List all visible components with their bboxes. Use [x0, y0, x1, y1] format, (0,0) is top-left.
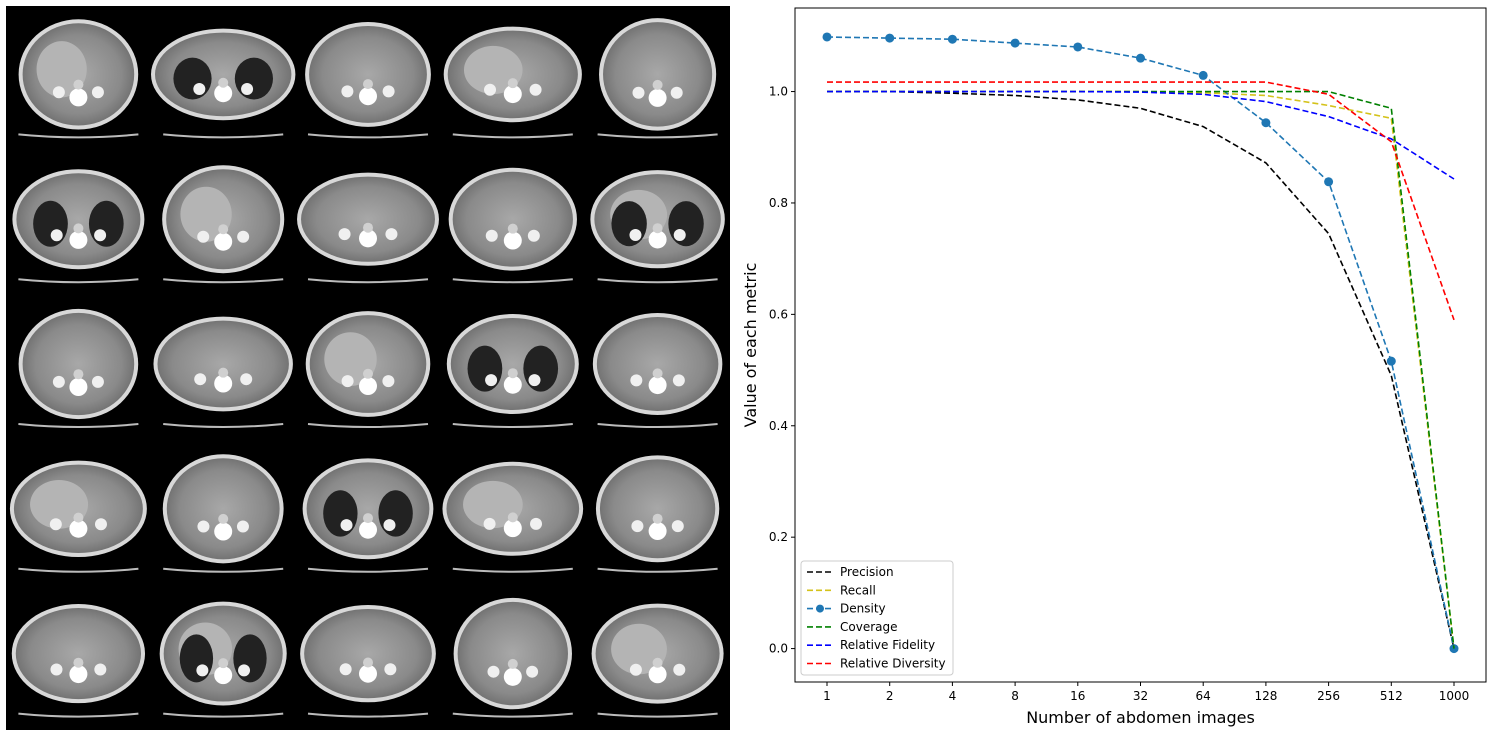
y-tick-label: 0.4	[769, 419, 788, 433]
y-axis-label: Value of each metric	[741, 263, 760, 428]
y-tick-label: 0.0	[769, 642, 788, 656]
x-tick-label: 512	[1380, 689, 1403, 703]
ct-scan-slice	[452, 597, 573, 718]
legend-marker-density	[816, 604, 824, 613]
legend-label-recall: Recall	[840, 583, 876, 597]
ct-scan-slice	[442, 461, 584, 573]
x-tick-label: 8	[1011, 689, 1019, 703]
metric-line-chart-svg: 1 2 4 8 16 32 64 128 256 512 1000 0.0 0.2 0.4 0.6 0.8 1.…	[741, 7, 1487, 727]
ct-scan-slice	[153, 316, 293, 428]
ct-scan-slice	[591, 603, 724, 718]
metric-line-chart: 1 2 4 8 16 32 64 128 256 512 1000 0.0 0.2 0.4 0.6 0.8 1.…	[730, 0, 1494, 735]
ct-scan-slice	[446, 314, 579, 428]
x-tick-label: 128	[1254, 689, 1277, 703]
ct-scan-grid-svg	[9, 18, 725, 718]
x-tick-label: 2	[886, 689, 894, 703]
legend-label-coverage: Coverage	[840, 620, 898, 634]
ct-scan-slice	[9, 460, 147, 573]
data-point-density	[1136, 53, 1145, 63]
ct-scan-slice	[443, 26, 582, 139]
ct-scan-slice	[305, 21, 431, 139]
data-point-density	[822, 32, 832, 42]
y-tick-label: 0.8	[769, 196, 788, 210]
ct-scan-grid	[6, 6, 730, 730]
ct-scan-slice	[159, 601, 287, 718]
legend: Precision Recall Density Coverage Relative F…	[800, 560, 954, 676]
data-point-density	[1261, 118, 1271, 128]
ct-scan-slice	[597, 18, 718, 139]
x-tick-label: 1000	[1439, 689, 1470, 703]
ct-scan-slice	[12, 169, 145, 284]
ct-scan-slice	[305, 311, 431, 428]
data-point-density	[885, 33, 895, 43]
ct-scan-slice	[162, 165, 285, 284]
ct-scan-slice	[448, 167, 577, 284]
y-tick-label: 0.2	[769, 530, 788, 544]
ct-scan-slice	[18, 19, 139, 139]
ct-scan-slice	[11, 604, 146, 718]
legend-label-density: Density	[840, 602, 886, 616]
legend-label-relative-diversity: Relative Diversity	[840, 657, 946, 671]
legend-label-relative-fidelity: Relative Fidelity	[840, 638, 935, 652]
ct-scan-slice	[592, 313, 723, 428]
data-point-density	[1073, 42, 1083, 52]
x-axis-label: Number of abdomen images	[1026, 708, 1255, 727]
x-tick-label: 256	[1317, 689, 1340, 703]
ct-scan-slice	[595, 455, 720, 573]
x-tick-label: 4	[949, 689, 957, 703]
ct-scan-slice	[18, 308, 139, 428]
ct-scan-slice	[302, 458, 434, 573]
data-point-density	[1198, 70, 1208, 80]
y-tick-label: 0.6	[769, 307, 788, 321]
x-tick-label: 64	[1196, 689, 1211, 703]
ct-scan-slice	[297, 172, 439, 284]
ct-scan-slice	[151, 28, 296, 139]
x-tick-label: 32	[1133, 689, 1148, 703]
ct-scan-slice	[162, 454, 284, 573]
ct-scan-slice	[590, 170, 725, 284]
legend-label-precision: Precision	[840, 565, 894, 579]
data-point-density	[1324, 177, 1334, 187]
ct-scan-slice	[300, 604, 436, 718]
x-tick-label: 16	[1070, 689, 1085, 703]
x-tick-label: 1	[823, 689, 831, 703]
data-point-density	[1386, 356, 1396, 366]
data-point-density	[1010, 38, 1020, 48]
data-point-density	[947, 34, 957, 44]
y-tick-label: 1.0	[769, 85, 788, 99]
